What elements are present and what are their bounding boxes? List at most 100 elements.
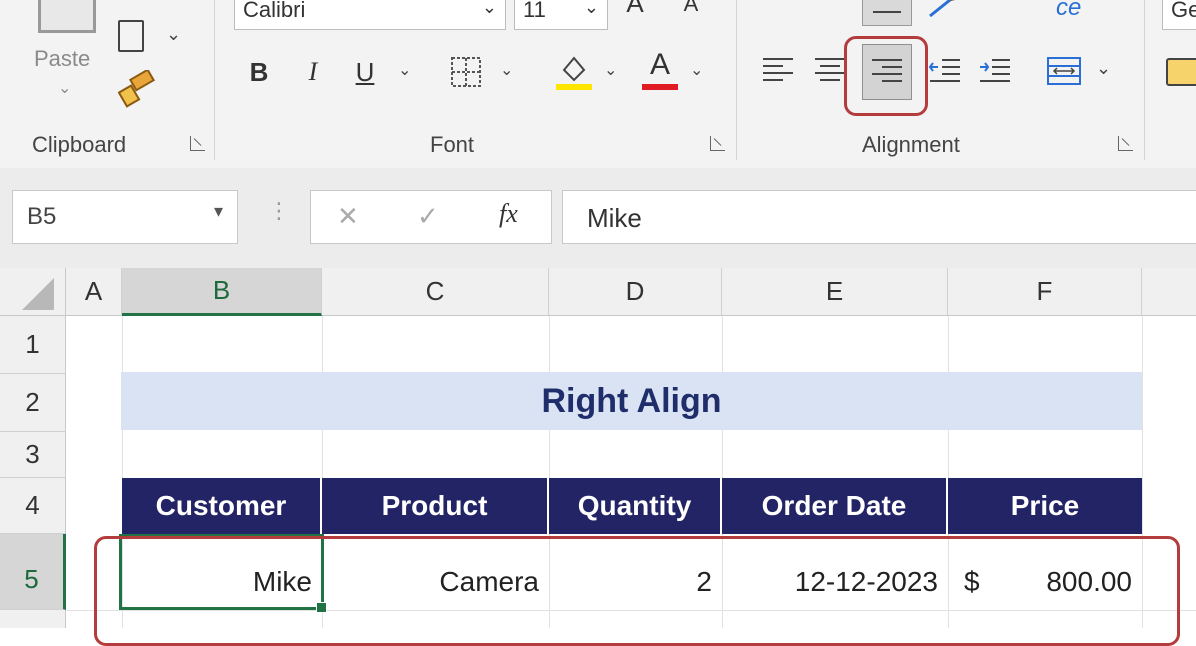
copy-icon	[118, 20, 144, 52]
wrap-text-button[interactable]: ce	[1052, 0, 1092, 24]
align-right-highlight	[844, 36, 928, 116]
row-label: 2	[25, 387, 40, 417]
underline-button[interactable]: U	[350, 54, 380, 90]
decrease-indent-button[interactable]	[928, 54, 962, 88]
name-box-value: B5	[27, 203, 57, 230]
align-left-button[interactable]	[760, 52, 796, 88]
column-header-d[interactable]: D	[549, 268, 722, 316]
copy-button[interactable]: ⌄	[118, 18, 188, 54]
top-align-button[interactable]	[762, 0, 792, 8]
paste-label: Paste	[34, 46, 91, 71]
enter-button[interactable]: ✓	[417, 201, 439, 232]
alignment-launcher-icon[interactable]	[1118, 136, 1133, 151]
column-header-g[interactable]	[1142, 268, 1196, 316]
column-header-e[interactable]: E	[722, 268, 948, 316]
row-header-4[interactable]: 4	[0, 478, 66, 534]
group-separator	[1144, 0, 1145, 160]
column-label: D	[625, 276, 645, 306]
formula-bar-grip-icon[interactable]: ⋮	[268, 198, 290, 224]
group-label-clipboard: Clipboard	[32, 132, 127, 157]
number-format-combo[interactable]: Ge	[1162, 0, 1196, 30]
bold-label: B	[249, 56, 269, 87]
decrease-font-icon: A	[683, 0, 699, 16]
borders-button[interactable]	[450, 56, 482, 88]
fill-color-button[interactable]	[554, 52, 594, 92]
underline-label: U	[355, 56, 375, 87]
chevron-down-icon[interactable]: ⌄	[690, 60, 703, 80]
font-color-button[interactable]: A	[640, 48, 680, 92]
group-label-font: Font	[430, 132, 475, 157]
row-header-5[interactable]: 5	[0, 534, 66, 610]
increase-indent-icon	[980, 59, 1010, 82]
select-all-icon	[22, 278, 54, 310]
column-header-f[interactable]: F	[948, 268, 1142, 316]
middle-align-button[interactable]	[816, 0, 846, 8]
bottom-align-button[interactable]	[862, 0, 912, 26]
header-label: Order Date	[761, 490, 907, 521]
column-header-a[interactable]: A	[66, 268, 122, 316]
align-center-icon	[815, 58, 845, 82]
header-label: Quantity	[577, 490, 692, 521]
chevron-down-icon[interactable]: ⌄	[500, 60, 513, 80]
column-header-c[interactable]: C	[322, 268, 549, 316]
orientation-icon	[929, 0, 956, 18]
increase-indent-button[interactable]	[978, 54, 1012, 88]
header-customer[interactable]: Customer	[122, 478, 322, 534]
chevron-down-icon: ▾	[213, 201, 223, 221]
chevron-down-icon[interactable]: ⌄	[604, 60, 617, 80]
paste-dropdown-icon: ⌄	[58, 80, 72, 97]
column-label: B	[212, 275, 231, 305]
ribbon: Paste ⌄ ⌄ Clipboard Calibri ⌄ 11 ⌄ A A B…	[0, 0, 1196, 168]
orientation-button[interactable]	[926, 0, 966, 20]
clipboard-launcher-icon[interactable]	[190, 136, 205, 151]
formula-input-value: Mike	[587, 203, 642, 233]
merge-center-button[interactable]: ⌄	[1046, 54, 1116, 88]
formula-bar: B5 ▾ ⋮ ✕ ✓ fx Mike	[0, 168, 1196, 268]
clipboard-icon	[38, 0, 96, 33]
font-color-icon: A	[650, 48, 671, 81]
increase-font-icon: A	[626, 0, 644, 18]
bold-button[interactable]: B	[244, 54, 274, 90]
column-label: E	[825, 276, 844, 306]
chevron-down-icon[interactable]: ⌄	[398, 60, 411, 80]
group-separator	[736, 0, 737, 160]
sheet-title: Right Align	[541, 381, 722, 420]
insert-function-button[interactable]: fx	[499, 199, 518, 229]
font-size-combo[interactable]: 11 ⌄	[514, 0, 608, 30]
name-box[interactable]: B5 ▾	[12, 190, 238, 244]
select-all-button[interactable]	[0, 268, 66, 316]
row-header-3[interactable]: 3	[0, 432, 66, 478]
chevron-down-icon: ⌄	[1096, 58, 1112, 78]
font-name-value: Calibri	[243, 0, 306, 22]
fill-color-icon	[556, 56, 592, 90]
column-header-b[interactable]: B	[122, 268, 322, 316]
number-format-value: Ge	[1171, 0, 1196, 22]
header-price[interactable]: Price	[948, 478, 1142, 534]
increase-font-button[interactable]: A	[620, 0, 650, 18]
column-label: F	[1036, 276, 1053, 306]
sheet-title-cell[interactable]: Right Align	[121, 372, 1142, 430]
cancel-button[interactable]: ✕	[337, 201, 359, 232]
header-label: Price	[1010, 490, 1080, 521]
row-header-1[interactable]: 1	[0, 316, 66, 374]
font-name-combo[interactable]: Calibri ⌄	[234, 0, 506, 30]
header-label: Product	[381, 490, 488, 521]
header-quantity[interactable]: Quantity	[549, 478, 722, 534]
column-label: C	[425, 276, 445, 306]
row-label: 4	[25, 490, 40, 520]
currency-format-icon	[1166, 58, 1196, 86]
currency-format-button[interactable]	[1166, 58, 1196, 88]
row-header-6[interactable]	[0, 610, 66, 628]
row-header-2[interactable]: 2	[0, 374, 66, 432]
format-painter-button[interactable]	[117, 68, 162, 110]
row-label: 5	[24, 564, 39, 594]
paste-button[interactable]: Paste ⌄	[20, 0, 110, 110]
header-product[interactable]: Product	[322, 478, 549, 534]
formula-input[interactable]: Mike	[562, 190, 1196, 244]
font-launcher-icon[interactable]	[710, 136, 725, 151]
chevron-down-icon: ⌄	[481, 0, 497, 17]
decrease-font-button[interactable]: A	[678, 0, 704, 18]
header-order-date[interactable]: Order Date	[722, 478, 948, 534]
align-center-button[interactable]	[812, 52, 848, 88]
italic-button[interactable]: I	[298, 54, 328, 90]
